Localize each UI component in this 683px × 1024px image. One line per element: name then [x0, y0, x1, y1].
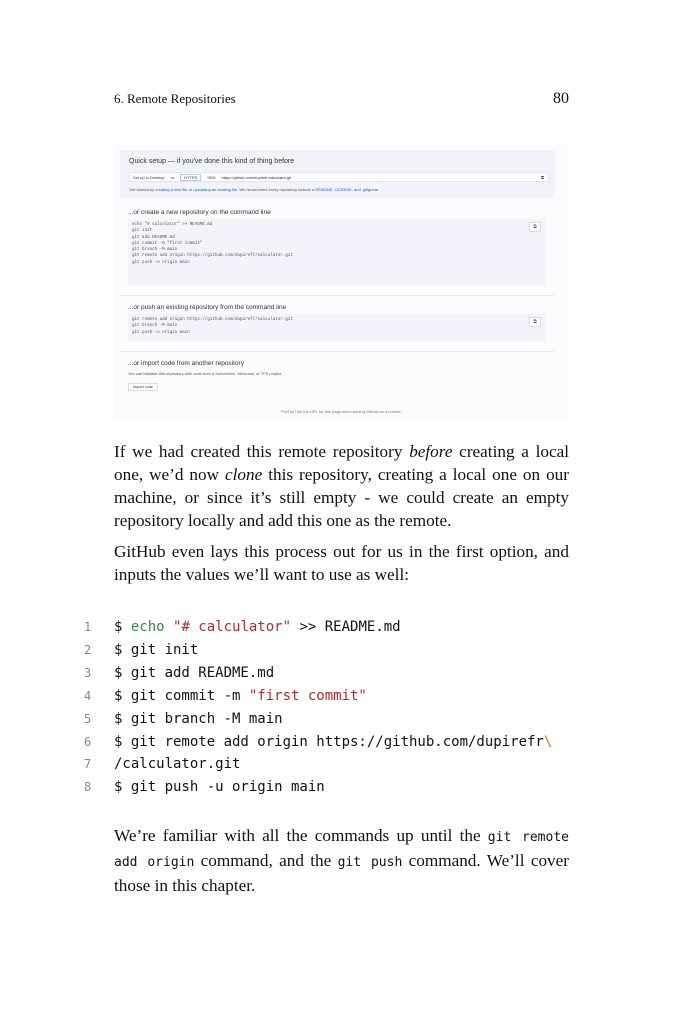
copy-icon: ⧉: [529, 222, 541, 232]
code-line: 6 $ git remote add origin https://github.…: [84, 731, 552, 754]
line-number: 4: [84, 688, 92, 703]
code-new: echo "# calculator" >> README.md git ini…: [128, 219, 546, 285]
code-line: 1 $ echo "# calculator" >> README.md: [84, 616, 552, 639]
chapter-title: 6. Remote Repositories: [114, 91, 236, 106]
or-label: or: [170, 174, 175, 180]
setup-desktop-button: Set up in Desktop: [133, 174, 165, 180]
section-import-title: ...or import code from another repositor…: [128, 360, 244, 367]
https-button: HTTPS: [180, 173, 202, 181]
line-number: 1: [84, 620, 92, 634]
code-token: $ git push -u origin main: [114, 779, 325, 796]
section-push-title: ...or push an existing repository from t…: [128, 304, 287, 311]
paragraph-2: GitHub even lays this process out for us…: [114, 542, 569, 584]
github-quick-setup-screenshot: Quick setup — if you've done this kind o…: [114, 145, 569, 420]
ssh-button: SSH: [207, 174, 216, 180]
line-number: 2: [84, 642, 92, 657]
quick-setup-note: Get started by creating a new file or up…: [129, 187, 380, 192]
section-new-title: ...or create a new repository on the com…: [128, 209, 271, 216]
code-token: $ git remote add origin https://github.c…: [114, 733, 544, 750]
code-token: $ git commit -m: [114, 687, 249, 704]
page-number: 80: [553, 90, 569, 107]
code-token: $ git init: [114, 641, 199, 658]
line-number: 3: [84, 665, 92, 680]
code-token: $ git branch -M main: [114, 710, 283, 727]
line-number: 6: [84, 734, 92, 749]
paragraph-3: We’re familiar with all the commands up …: [114, 826, 569, 895]
code-push: git remote add origin https://github.com…: [128, 314, 546, 341]
quick-setup-box: Quick setup — if you've done this kind o…: [120, 150, 554, 198]
protip: ProTip! Use the URL for this page when a…: [281, 409, 402, 414]
import-description: You can initialize this repository with …: [128, 371, 283, 376]
code-token: $ git add README.md: [114, 664, 275, 681]
copy-icon: ⧉: [529, 317, 541, 327]
code-line: 2 $ git init: [84, 639, 552, 662]
line-number: 8: [84, 780, 92, 795]
clone-url: https://github.com/dupirefr/calculator.g…: [221, 174, 292, 180]
code-line: 4 $ git commit -m "first commit": [84, 685, 552, 708]
divider: [120, 351, 554, 352]
import-code-button: Import code: [128, 383, 159, 391]
running-header: 6. Remote Repositories 80: [114, 90, 569, 108]
code-line: 3 $ git add README.md: [84, 662, 552, 685]
code-token: echo: [130, 619, 165, 635]
code-token: >> README.md: [291, 619, 401, 635]
code-token: "first commit": [248, 687, 367, 704]
code-listing: 1 $ echo "# calculator" >> README.md 2 $ gi…: [84, 616, 552, 799]
divider: [120, 295, 554, 296]
line-number: 7: [84, 757, 92, 772]
line-number: 5: [84, 711, 92, 726]
code-token: $: [114, 619, 131, 635]
paragraph-1: If we had created this remote repository…: [114, 442, 570, 530]
code-token: "# calculator": [173, 619, 292, 635]
code-token: \: [543, 733, 553, 750]
code-line: 5 $ git branch -M main: [84, 708, 552, 731]
clone-url-row: Set up in Desktop or HTTPS SSH https://g…: [129, 172, 549, 182]
code-line: 8 $ git push -u origin main: [84, 776, 552, 799]
copy-icon: ⧉: [541, 174, 544, 180]
quick-setup-title: Quick setup — if you've done this kind o…: [129, 158, 295, 165]
code-line: 7/calculator.git: [84, 753, 552, 776]
code-token: /calculator.git: [114, 756, 241, 773]
